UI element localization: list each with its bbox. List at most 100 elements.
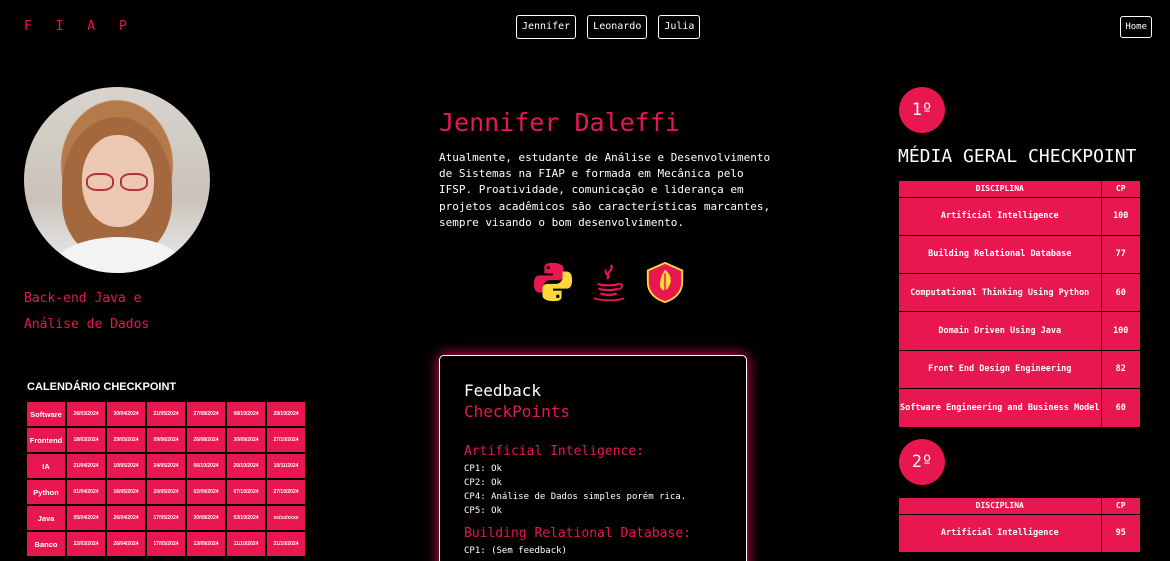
java-icon	[593, 264, 625, 302]
calendar-date: 29/10/2024	[267, 402, 305, 426]
profile-avatar	[24, 87, 210, 273]
calendar-date: 21/04/2024	[67, 454, 105, 478]
col-cp-header: CP	[1101, 181, 1140, 197]
calendar-date: 17/05/2024	[147, 532, 185, 556]
skill-icons	[532, 260, 686, 304]
calendar-date: 30/08/2024	[187, 506, 225, 530]
feedback-sections: Artificial Inteligence: CP1: Ok CP2: Ok CP4…	[464, 444, 722, 558]
grade-discipline: Software Engineering and Business Model	[899, 387, 1102, 427]
calendar-date: 26/04/2024	[107, 532, 145, 556]
calendar-title: CALENDÁRIO CHECKPOINT	[27, 381, 177, 393]
feedback-line: CP2: Ok	[464, 478, 502, 488]
calendar-date: 27/08/2024	[187, 402, 225, 426]
grade-cp: 77	[1101, 234, 1140, 274]
calendar-table: Software 26/03/2024 30/04/2024 21/05/2024 27…	[25, 400, 307, 558]
feedback-subtitle: CheckPoints	[464, 402, 570, 421]
calendar-subject: Software	[27, 402, 65, 426]
feedback-title: Feedback	[464, 381, 542, 400]
feedback-line: CP5: Ok	[464, 506, 502, 516]
grade-row: Software Engineering and Business Model 6…	[899, 387, 1140, 427]
calendar-date: 24/05/2024	[147, 454, 185, 478]
calendar-subject: IA	[27, 454, 65, 478]
feedback-card: Feedback CheckPoints Artificial Intelige…	[439, 355, 747, 561]
calendar-date: 01/04/2024	[67, 480, 105, 504]
calendar-date: xx/xx/xxxx	[267, 506, 305, 530]
calendar-date: 09/06/2024	[147, 428, 185, 452]
nav-button-julia[interactable]: Julia	[658, 15, 701, 39]
calendar-date: 16/05/2024	[107, 480, 145, 504]
calendar-row: IA 21/04/2024 10/05/2024 24/05/2024 06/10/20…	[27, 454, 305, 478]
calendar-date: 26/08/2024	[187, 428, 225, 452]
grade-cp: 60	[1101, 273, 1140, 312]
grade-cp: 95	[1101, 513, 1140, 553]
media-geral-title: MÉDIA GERAL CHECKPOINT	[898, 146, 1137, 167]
calendar-date: 27/10/2024	[267, 428, 305, 452]
grade-row: Computational Thinking Using Python 60	[899, 273, 1140, 312]
feedback-line: CP1: Ok	[464, 464, 502, 474]
calendar-row: Software 26/03/2024 30/04/2024 21/05/2024 27…	[27, 402, 305, 426]
grade-discipline: Computational Thinking Using Python	[899, 273, 1102, 312]
col-cp-header: CP	[1101, 498, 1140, 514]
calendar-date: 18/03/2024	[67, 428, 105, 452]
calendar-date: 27/10/2024	[267, 480, 305, 504]
grade-cp: 100	[1101, 196, 1140, 236]
grade-row: Artificial Intelligence 100	[899, 196, 1140, 236]
grade-row: Artificial Intelligence 95	[899, 513, 1140, 553]
calendar-date: 07/10/2024	[227, 480, 265, 504]
calendar-subject: Banco	[27, 532, 65, 556]
calendar-row: Python 01/04/2024 16/05/2024 20/05/2024 02/0…	[27, 480, 305, 504]
calendar-date: 02/09/2024	[187, 480, 225, 504]
calendar-date: 22/03/2024	[67, 532, 105, 556]
calendar-date: 13/09/2024	[187, 532, 225, 556]
calendar-date: 30/04/2024	[107, 402, 145, 426]
calendar-date: 10/05/2024	[107, 454, 145, 478]
grades-table-2: DISCIPLINA CP Artificial Intelligence 95	[899, 498, 1140, 553]
calendar-date: 06/10/2024	[187, 454, 225, 478]
grades-table-1: DISCIPLINA CP Artificial Intelligence 100…	[899, 181, 1140, 427]
grade-row: Domain Driven Using Java 100	[899, 311, 1140, 351]
grade-row: Building Relational Database 77	[899, 234, 1140, 274]
calendar-date: 05/04/2024	[67, 506, 105, 530]
calendar-row: Banco 22/03/2024 26/04/2024 17/05/2024 13/09…	[27, 532, 305, 556]
nav-button-leonardo[interactable]: Leonardo	[587, 15, 648, 39]
col-discipline-header: DISCIPLINA	[899, 181, 1102, 197]
profile-role: Back-end Java e Análise de Dados	[24, 286, 149, 338]
nav-button-jennifer[interactable]: Jennifer	[516, 15, 577, 39]
calendar-row: Java 05/04/2024 26/04/2024 17/05/2024 30/08/…	[27, 506, 305, 530]
grade-row: Front End Design Engineering 82	[899, 349, 1140, 389]
calendar-date: 20/10/2024	[227, 454, 265, 478]
calendar-date: 08/10/2024	[227, 402, 265, 426]
grade-discipline: Artificial Intelligence	[899, 513, 1102, 553]
rank-badge-2: 2º	[899, 439, 945, 485]
calendar-date: 20/05/2024	[147, 480, 185, 504]
calendar-date: 29/05/2024	[107, 428, 145, 452]
calendar-subject: Python	[27, 480, 65, 504]
calendar-date: 21/05/2024	[147, 402, 185, 426]
calendar-date: 26/04/2024	[107, 506, 145, 530]
grade-cp: 82	[1101, 349, 1140, 389]
feedback-line: CP4: Análise de Dados simples porém rica…	[464, 492, 687, 502]
calendar-date: 11/10/2024	[227, 532, 265, 556]
feedback-line: CP1: (Sem feedback)	[464, 546, 567, 556]
role-line-1: Back-end Java e	[24, 291, 142, 306]
role-line-2: Análise de Dados	[24, 317, 150, 332]
profile-name: Jennifer Daleffi	[439, 108, 680, 137]
calendar-date: 17/05/2024	[147, 506, 185, 530]
fiap-logo: F I A P	[24, 19, 135, 34]
calendar-date: 30/09/2024	[227, 428, 265, 452]
home-button[interactable]: Home	[1120, 16, 1152, 38]
calendar-row: Frontend 18/03/2024 29/05/2024 09/06/2024 26…	[27, 428, 305, 452]
grade-cp: 100	[1101, 311, 1140, 351]
grade-discipline: Artificial Intelligence	[899, 196, 1102, 236]
rank-badge-1: 1º	[899, 87, 945, 133]
col-discipline-header: DISCIPLINA	[899, 498, 1102, 514]
grade-discipline: Domain Driven Using Java	[899, 311, 1102, 351]
calendar-subject: Frontend	[27, 428, 65, 452]
feedback-section-heading: Artificial Inteligence:	[464, 444, 645, 459]
top-nav: Jennifer Leonardo Julia	[516, 15, 701, 39]
grade-discipline: Building Relational Database	[899, 234, 1102, 274]
calendar-date: 31/10/2024	[267, 532, 305, 556]
profile-bio: Atualmente, estudante de Análise e Desen…	[439, 151, 771, 229]
calendar-subject: Java	[27, 506, 65, 530]
spring-icon	[646, 261, 684, 304]
